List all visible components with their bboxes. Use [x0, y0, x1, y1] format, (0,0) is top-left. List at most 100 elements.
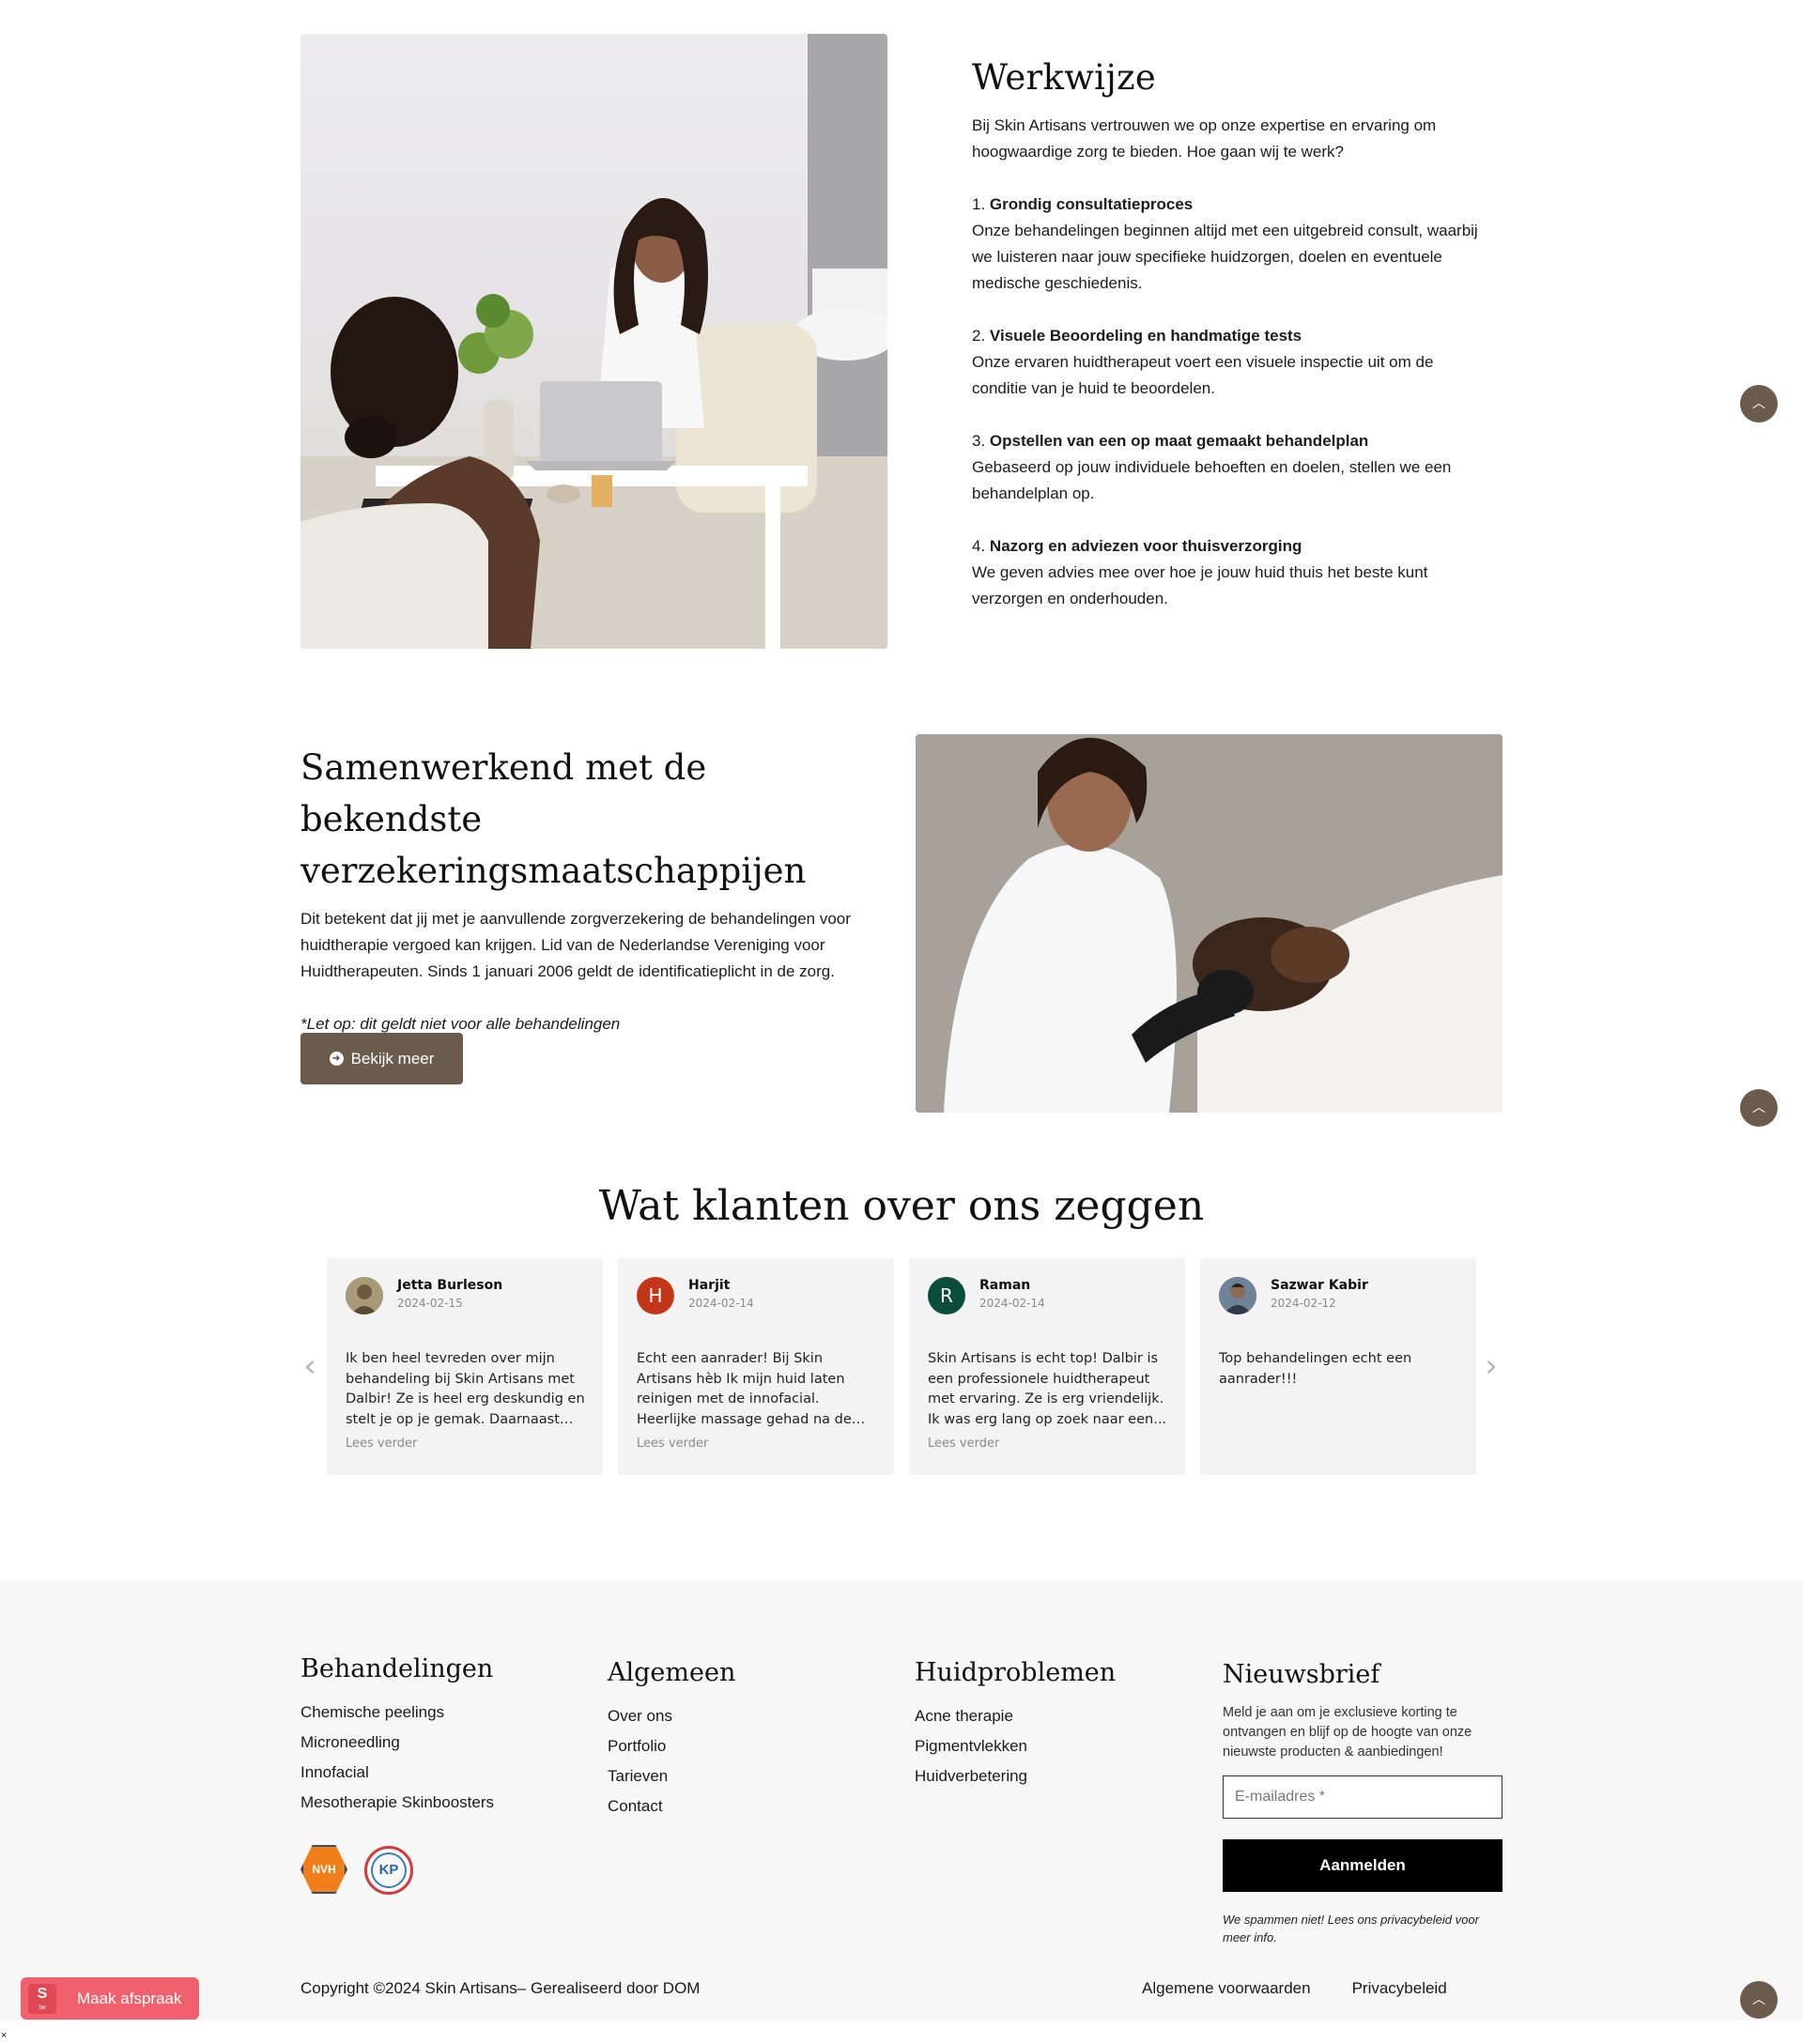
step-text: Onze ervaren huidtherapeut voert een vis…: [972, 353, 1434, 397]
avatar: R: [928, 1277, 965, 1314]
step-title: Opstellen van een op maat gemaakt behand…: [989, 432, 1369, 450]
review-card: R Raman 2024-02-14 Skin Artisans is echt…: [909, 1258, 1185, 1475]
review-text: Skin Artisans is echt top! Dalbir is een…: [928, 1351, 1167, 1427]
reviewer-name: Jetta Burleson: [397, 1278, 503, 1293]
legal-links: Algemene voorwaarden Privacybeleid: [1142, 1979, 1447, 1998]
chevron-up-icon: ︿: [1752, 1100, 1765, 1115]
email-field[interactable]: [1223, 1775, 1502, 1819]
privacy-link[interactable]: Privacybeleid: [1352, 1979, 1447, 1998]
werkwijze-intro: Bij Skin Artisans vertrouwen we op onze …: [972, 116, 1437, 161]
step-number: 4.: [972, 537, 986, 555]
footer-heading: Algemeen: [608, 1658, 736, 1687]
reviews-title: Wat klanten over ons zeggen: [598, 1182, 1205, 1230]
reviewer-name: Sazwar Kabir: [1271, 1278, 1368, 1293]
scroll-top-button[interactable]: ︿: [1740, 1981, 1778, 2019]
step-number: 3.: [972, 432, 986, 450]
terms-link[interactable]: Algemene voorwaarden: [1142, 1979, 1311, 1998]
review-date: 2024-02-14: [688, 1297, 754, 1310]
review-text: Echt een aanrader! Bij Skin Artisans hèb…: [637, 1351, 852, 1427]
carousel-prev-button[interactable]: ‹: [299, 1349, 321, 1383]
read-more-link[interactable]: Lees verder: [928, 1437, 999, 1451]
footer-link[interactable]: Acne therapie: [915, 1701, 1116, 1731]
reviewer-name: Harjit: [688, 1278, 731, 1293]
werkwijze-step: 2. Visuele Beoordeling en handmatige tes…: [972, 323, 1484, 402]
footer-link[interactable]: Microneedling: [300, 1728, 494, 1758]
footer-link[interactable]: Huidverbetering: [915, 1761, 1116, 1791]
footer-col-algemeen: Algemeen Over ons Portfolio Tarieven Con…: [608, 1654, 735, 1821]
booking-logo-letter: S: [37, 1985, 48, 2002]
booking-widget-button[interactable]: S tw Maak afspraak: [21, 1977, 199, 2020]
footer-link[interactable]: Innofacial: [300, 1758, 494, 1788]
werkwijze-step: 4. Nazorg en adviezen voor thuisverzorgi…: [972, 533, 1484, 612]
consultation-photo-illustration: [300, 34, 887, 649]
scroll-top-button[interactable]: ︿: [1740, 385, 1778, 423]
footer-link[interactable]: Contact: [608, 1791, 735, 1821]
werkwijze-section: Werkwijze Bij Skin Artisans vertrouwen w…: [972, 54, 1484, 612]
step-title: Visuele Beoordeling en handmatige tests: [989, 327, 1302, 345]
review-card: Jetta Burleson 2024-02-15 Ik ben heel te…: [327, 1258, 603, 1475]
footer-heading: Huidproblemen: [915, 1658, 1117, 1687]
reviewer-name: Raman: [979, 1278, 1031, 1293]
treatment-photo-illustration: [916, 734, 1502, 1113]
step-text: Gebaseerd op jouw individuele behoeften …: [972, 458, 1452, 502]
bekijk-meer-button[interactable]: ➜ Bekijk meer: [300, 1033, 463, 1084]
booking-logo-icon: S tw: [28, 1983, 56, 2014]
newsletter-description: Meld je aan om je exclusieve korting te …: [1223, 1705, 1472, 1760]
chevron-up-icon: ︿: [1752, 396, 1765, 411]
close-icon[interactable]: ×: [1, 2030, 7, 2041]
review-text: Top behandelingen echt een aanrader!!!: [1219, 1351, 1412, 1387]
step-heading: 3. Opstellen van een op maat gemaakt beh…: [972, 428, 1484, 454]
step-number: 2.: [972, 327, 986, 345]
step-heading: 1. Grondig consultatieproces: [972, 192, 1484, 218]
footer-link[interactable]: Mesotherapie Skinboosters: [300, 1788, 494, 1818]
footer-col-huidproblemen: Huidproblemen Acne therapie Pigmentvlekk…: [915, 1654, 1116, 1791]
newsletter-note: We spammen niet! Lees ons privacybeleid …: [1223, 1913, 1479, 1944]
review-date: 2024-02-14: [979, 1297, 1045, 1310]
review-card: Sazwar Kabir 2024-02-12 Top behandelinge…: [1200, 1258, 1476, 1475]
footer-link[interactable]: Chemische peelings: [300, 1698, 494, 1728]
werkwijze-step: 1. Grondig consultatieproces Onze behand…: [972, 192, 1484, 297]
read-more-link[interactable]: Lees verder: [637, 1437, 708, 1451]
booking-logo-sub: tw: [39, 2004, 46, 2011]
chevron-up-icon: ︿: [1752, 1992, 1765, 2007]
insurance-section: Samenwerkend met de bekendste verzekerin…: [300, 742, 892, 1037]
avatar: H: [637, 1277, 674, 1314]
review-date: 2024-02-15: [397, 1297, 463, 1310]
arrow-right-icon: ➜: [329, 1052, 344, 1066]
avatar-photo: [1219, 1277, 1256, 1314]
avatar-photo: [346, 1277, 383, 1314]
step-heading: 4. Nazorg en adviezen voor thuisverzorgi…: [972, 533, 1484, 560]
footer-heading: Behandelingen: [300, 1654, 494, 1683]
footer-link[interactable]: Tarieven: [608, 1761, 735, 1791]
step-text: Onze behandelingen beginnen altijd met e…: [972, 222, 1478, 292]
treatment-photo: [916, 734, 1502, 1113]
bekijk-meer-label: Bekijk meer: [350, 1049, 435, 1068]
footer-link[interactable]: Pigmentvlekken: [915, 1731, 1116, 1761]
werkwijze-step: 3. Opstellen van een op maat gemaakt beh…: [972, 428, 1484, 507]
footer-col-behandelingen: Behandelingen Chemische peelings Microne…: [300, 1651, 494, 1818]
consultation-photo: [300, 34, 887, 649]
step-title: Nazorg en adviezen voor thuisverzorging: [989, 537, 1302, 555]
insurance-text: Dit betekent dat jij met je aanvullende …: [300, 910, 851, 980]
avatar: [346, 1277, 383, 1314]
booking-label: Maak afspraak: [77, 1989, 182, 2007]
werkwijze-title: Werkwijze: [972, 57, 1157, 98]
scroll-top-button[interactable]: ︿: [1740, 1089, 1778, 1127]
carousel-next-button[interactable]: ›: [1480, 1349, 1502, 1383]
nvh-logo[interactable]: NVH: [300, 1845, 347, 1894]
footer-link[interactable]: Over ons: [608, 1701, 735, 1731]
footer-link[interactable]: Portfolio: [608, 1731, 735, 1761]
step-text: We geven advies mee over hoe je jouw hui…: [972, 563, 1428, 607]
insurance-title: Samenwerkend met de bekendste verzekerin…: [300, 747, 807, 891]
step-number: 1.: [972, 195, 986, 213]
step-heading: 2. Visuele Beoordeling en handmatige tes…: [972, 323, 1484, 349]
review-card: H Harjit 2024-02-14 Echt een aanrader! B…: [618, 1258, 894, 1475]
newsletter: Nieuwsbrief Meld je aan om je exclusieve…: [1223, 1656, 1502, 1946]
copyright: Copyright ©2024 Skin Artisans– Gerealise…: [300, 1979, 701, 1997]
review-date: 2024-02-12: [1271, 1297, 1336, 1310]
step-title: Grondig consultatieproces: [989, 195, 1194, 213]
avatar: [1219, 1277, 1256, 1314]
subscribe-button[interactable]: Aanmelden: [1223, 1839, 1502, 1892]
read-more-link[interactable]: Lees verder: [346, 1437, 417, 1451]
kp-logo[interactable]: KP: [364, 1846, 413, 1895]
